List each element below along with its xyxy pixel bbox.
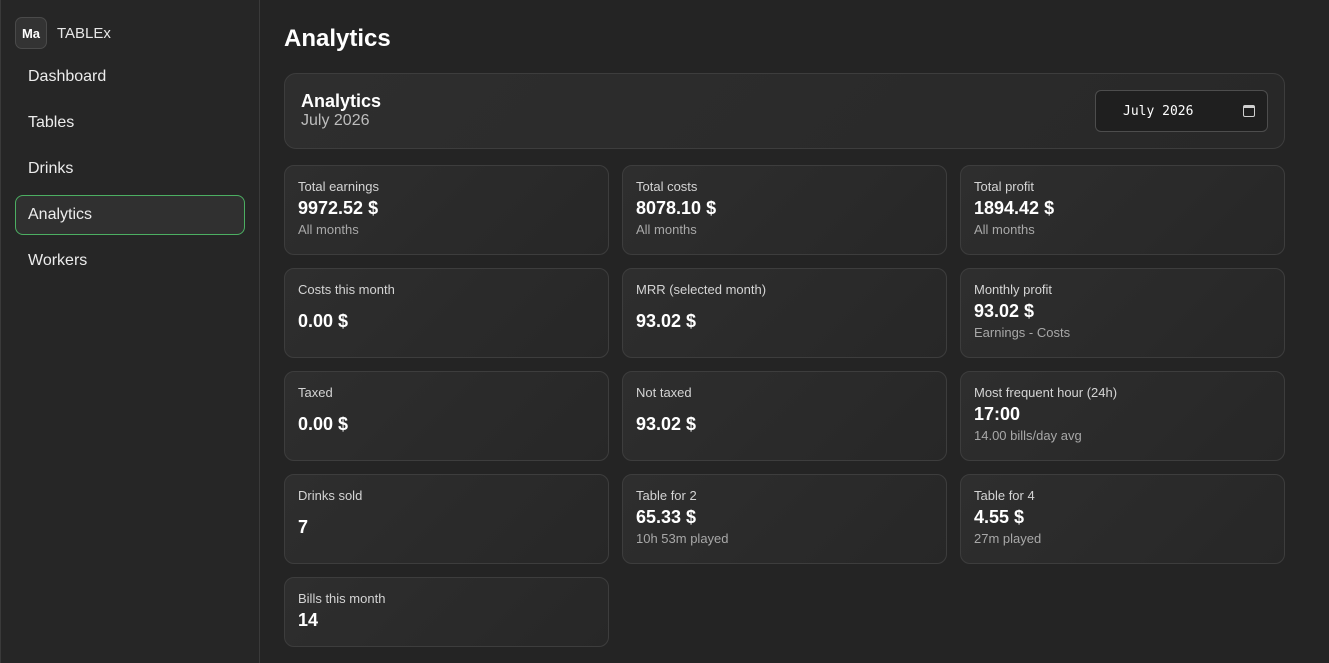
stat-label: Not taxed [636,385,692,400]
sidebar-item-label: Tables [28,114,75,131]
stat-value: 0.00 $ [298,311,349,331]
stat-value: 93.02 $ [636,311,697,331]
stat-value: 0.00 $ [298,414,349,434]
stat-card-not-taxed: Not taxed 93.02 $ [622,371,947,461]
stat-card-bills-this-month: Bills this month 14 [284,577,609,647]
stat-label: Monthly profit [974,282,1053,297]
header-title: Analytics [301,91,382,111]
sidebar-item-analytics[interactable]: Analytics [15,195,245,235]
header-text: Analytics July 2026 [301,91,381,131]
stat-label: Total costs [636,179,698,194]
stat-card-total-profit: Total profit 1894.42 $ All months [960,165,1285,255]
stat-label: Table for 2 [636,488,697,503]
app-root: Ma TABLEx Dashboard Tables Drinks Analyt… [0,0,1329,663]
stat-sub: Earnings - Costs [974,325,1071,340]
sidebar-item-label: Workers [28,252,88,269]
sidebar-nav: Dashboard Tables Drinks Analytics Worker… [15,57,245,281]
brand[interactable]: Ma TABLEx [15,17,245,49]
brand-name: TABLEx [57,24,111,42]
analytics-header-card: Analytics July 2026 July 2026 [284,73,1285,149]
stat-card-costs-this-month: Costs this month 0.00 $ [284,268,609,358]
main-content: Analytics Analytics July 2026 July 2026 … [260,0,1329,663]
stat-card-mrr: MRR (selected month) 93.02 $ [622,268,947,358]
stat-card-monthly-profit: Monthly profit 93.02 $ Earnings - Costs [960,268,1285,358]
stat-sub: 14.00 bills/day avg [974,428,1082,443]
stat-card-most-frequent-hour: Most frequent hour (24h) 17:00 14.00 bil… [960,371,1285,461]
stat-label: MRR (selected month) [636,282,767,297]
stats-grid: Total earnings 9972.52 $ All months Tota… [284,165,1285,647]
stat-value: 1894.42 $ [974,198,1055,218]
calendar-icon[interactable] [1243,105,1255,117]
stat-value: 93.02 $ [636,414,697,434]
sidebar-item-dashboard[interactable]: Dashboard [15,57,245,97]
sidebar: Ma TABLEx Dashboard Tables Drinks Analyt… [0,0,260,663]
avatar: Ma [15,17,47,49]
sidebar-item-workers[interactable]: Workers [15,241,245,281]
stat-label: Taxed [298,385,333,400]
sidebar-item-label: Drinks [28,160,74,177]
sidebar-item-label: Analytics [28,206,93,223]
stat-value: 17:00 [974,404,1021,424]
stat-value: 65.33 $ [636,507,697,527]
stat-label: Costs this month [298,282,395,297]
sidebar-item-drinks[interactable]: Drinks [15,149,245,189]
stat-label: Drinks sold [298,488,363,503]
stat-sub: All months [636,222,697,237]
stat-card-table-for-2: Table for 2 65.33 $ 10h 53m played [622,474,947,564]
sidebar-item-label: Dashboard [28,68,107,85]
stat-sub: 10h 53m played [636,531,729,546]
stat-value: 7 [298,517,309,537]
stat-sub: 27m played [974,531,1042,546]
stat-value: 4.55 $ [974,507,1025,527]
stat-label: Table for 4 [974,488,1035,503]
stat-value: 9972.52 $ [298,198,379,218]
stat-card-total-earnings: Total earnings 9972.52 $ All months [284,165,609,255]
stat-sub: All months [974,222,1035,237]
stat-value: 8078.10 $ [636,198,717,218]
stat-card-drinks-sold: Drinks sold 7 [284,474,609,564]
stat-card-taxed: Taxed 0.00 $ [284,371,609,461]
month-input[interactable]: July 2026 [1095,90,1268,132]
stat-value: 14 [298,610,319,630]
stat-label: Most frequent hour (24h) [974,385,1118,400]
sidebar-item-tables[interactable]: Tables [15,103,245,143]
stat-label: Bills this month [298,591,386,606]
header-subtitle: July 2026 [301,112,370,129]
stat-label: Total earnings [298,179,379,194]
month-input-value: July 2026 [1123,103,1194,119]
stat-value: 93.02 $ [974,301,1035,321]
stat-card-table-for-4: Table for 4 4.55 $ 27m played [960,474,1285,564]
stat-label: Total profit [974,179,1034,194]
stat-card-total-costs: Total costs 8078.10 $ All months [622,165,947,255]
page-title: Analytics [284,25,391,52]
stat-sub: All months [298,222,359,237]
